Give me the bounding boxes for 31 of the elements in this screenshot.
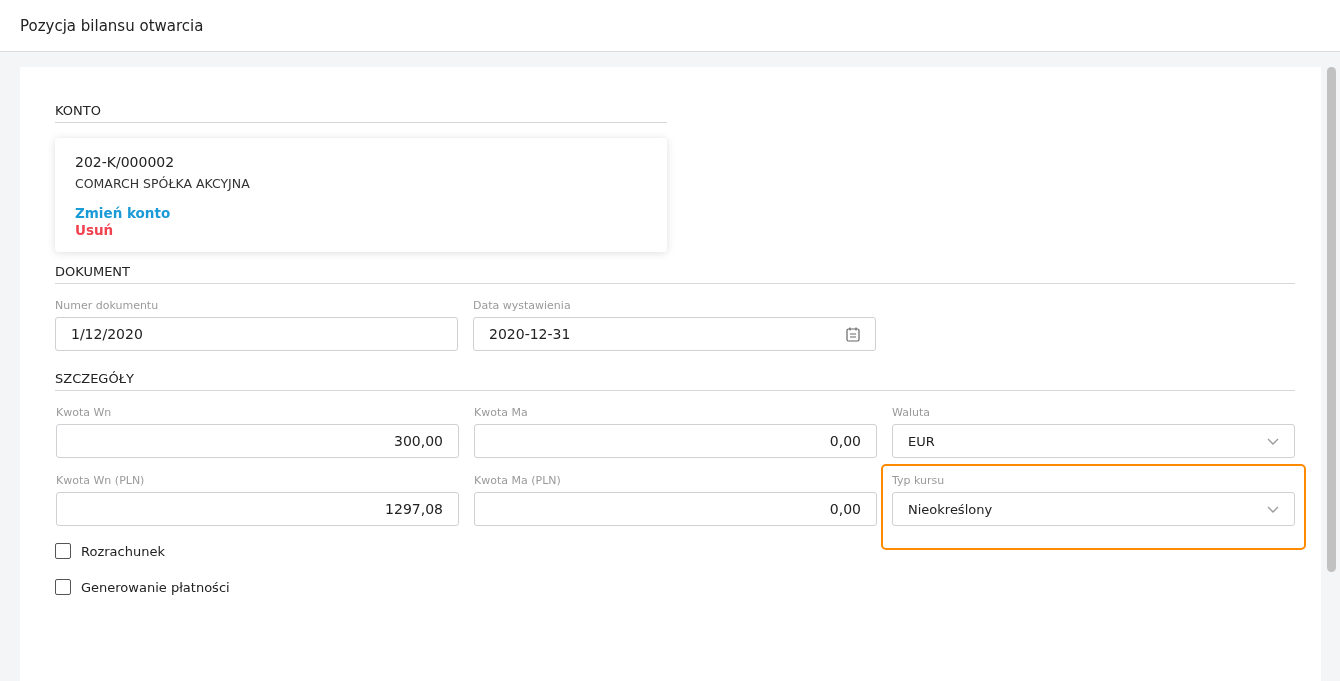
- field-label: Kwota Ma: [474, 406, 529, 419]
- delete-link[interactable]: Usuń: [75, 222, 114, 238]
- calendar-icon: [846, 326, 860, 342]
- input-field[interactable]: 1297,08: [56, 492, 459, 526]
- chevron-down-icon: [1267, 505, 1279, 513]
- checkbox-label: Rozrachunek: [81, 543, 165, 559]
- input-field[interactable]: 300,00: [56, 424, 459, 458]
- scrollbar-thumb[interactable]: [1327, 67, 1336, 572]
- select-field[interactable]: Nieokreślony: [892, 492, 1295, 526]
- account-number: 202-K/000002: [75, 154, 176, 170]
- field-label: Kwota Wn: [56, 406, 113, 419]
- section-heading: KONTO: [55, 103, 667, 123]
- section-heading: SZCZEGÓŁY: [55, 371, 1295, 391]
- checkbox[interactable]: [55, 543, 71, 559]
- field-label: Kwota Ma (PLN): [474, 474, 562, 487]
- field-label: Data wystawienia: [473, 299, 572, 312]
- input-field[interactable]: 1/12/2020: [55, 317, 458, 351]
- checkbox-label: Generowanie płatności: [81, 579, 230, 595]
- field-label: Typ kursu: [892, 474, 946, 487]
- field-label: Numer dokumentu: [55, 299, 160, 312]
- window-title: Pozycja bilansu otwarcia: [20, 16, 204, 35]
- chevron-down-icon: [1267, 437, 1279, 445]
- date-field[interactable]: 2020-12-31: [473, 317, 876, 351]
- field-label: Kwota Wn (PLN): [56, 474, 146, 487]
- input-field[interactable]: 0,00: [474, 492, 877, 526]
- input-field[interactable]: 0,00: [474, 424, 877, 458]
- section-heading: DOKUMENT: [55, 264, 1295, 284]
- select-field[interactable]: EUR: [892, 424, 1295, 458]
- account-name: COMARCH SPÓŁKA AKCYJNA: [75, 176, 251, 191]
- checkbox[interactable]: [55, 579, 71, 595]
- field-label: Waluta: [892, 406, 931, 419]
